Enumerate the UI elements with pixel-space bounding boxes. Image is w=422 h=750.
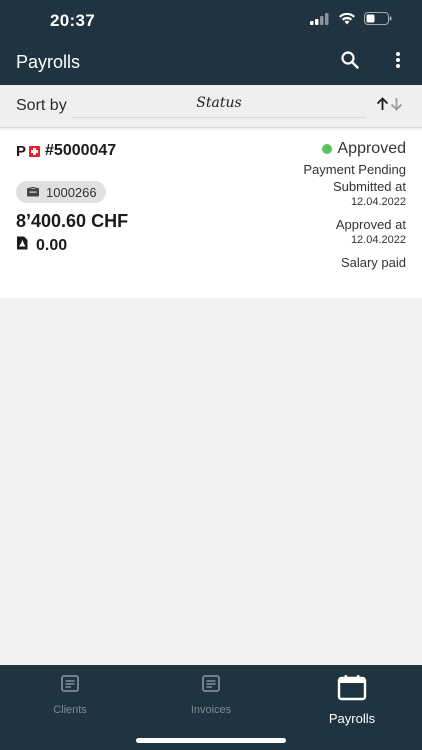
- arrow-up-icon[interactable]: [376, 97, 389, 116]
- submitted-date: 12.04.2022: [350, 196, 406, 208]
- wifi-icon: [338, 12, 356, 30]
- sort-select[interactable]: Status: [72, 95, 366, 111]
- client-chip[interactable]: 1000266: [16, 181, 106, 203]
- nav-item-clients[interactable]: Clients: [0, 675, 140, 716]
- payroll-status-column: Approved Payment Pending Submitted at 12…: [303, 140, 406, 270]
- cellular-signal-icon: [310, 12, 330, 30]
- status-badge: Approved: [303, 140, 406, 158]
- pdf-icon[interactable]: [16, 236, 28, 255]
- more-vertical-icon: [395, 51, 401, 74]
- payroll-amount: 8’400.60 CHF: [16, 211, 129, 231]
- more-options-button[interactable]: [386, 50, 410, 74]
- nav-label-clients: Clients: [53, 704, 87, 716]
- swiss-flag-icon: [29, 145, 41, 157]
- arrow-down-icon[interactable]: [390, 97, 403, 116]
- document-icon: [201, 675, 221, 698]
- approved-date: 12.04.2022: [350, 234, 406, 246]
- status-dot-icon: [321, 144, 332, 154]
- home-indicator: [136, 738, 286, 743]
- status-icons: [310, 12, 392, 30]
- battery-icon: [364, 12, 392, 30]
- payroll-id-row: P #5000047: [16, 142, 116, 160]
- pdf-row: 0.00: [16, 236, 67, 255]
- pdf-amount: 0.00: [36, 236, 68, 254]
- status-bar: 20:37: [0, 0, 422, 40]
- nav-label-invoices: Invoices: [190, 704, 232, 716]
- search-button[interactable]: [338, 50, 362, 74]
- nav-item-payrolls[interactable]: Payrolls: [282, 675, 422, 726]
- page-title: Payrolls: [16, 52, 81, 72]
- payroll-prefix: P: [16, 142, 27, 160]
- sort-divider: [72, 117, 366, 118]
- status-text: Approved: [337, 140, 407, 157]
- payment-status: Payment Pending: [303, 162, 406, 177]
- salary-status: Salary paid: [340, 255, 406, 270]
- status-time: 20:37: [50, 11, 95, 30]
- client-id: 1000266: [46, 184, 97, 200]
- sort-bar: Sort by Status: [0, 85, 422, 128]
- sort-direction-toggle[interactable]: [376, 97, 403, 116]
- calendar-icon: [337, 675, 367, 706]
- nav-label-payrolls: Payrolls: [328, 711, 376, 726]
- app-bar: Payrolls: [0, 40, 422, 85]
- submitted-label: Submitted at: [333, 179, 406, 194]
- payroll-number: #5000047: [45, 142, 117, 159]
- payroll-card[interactable]: P #5000047 1000266 8’400.60 CHF 0.00 App…: [0, 130, 422, 298]
- search-icon: [340, 50, 360, 75]
- nav-item-invoices[interactable]: Invoices: [141, 675, 281, 716]
- document-icon: [60, 675, 80, 698]
- sort-label: Sort by: [16, 97, 67, 114]
- approved-label: Approved at: [335, 217, 406, 232]
- envelope-icon: [26, 185, 40, 200]
